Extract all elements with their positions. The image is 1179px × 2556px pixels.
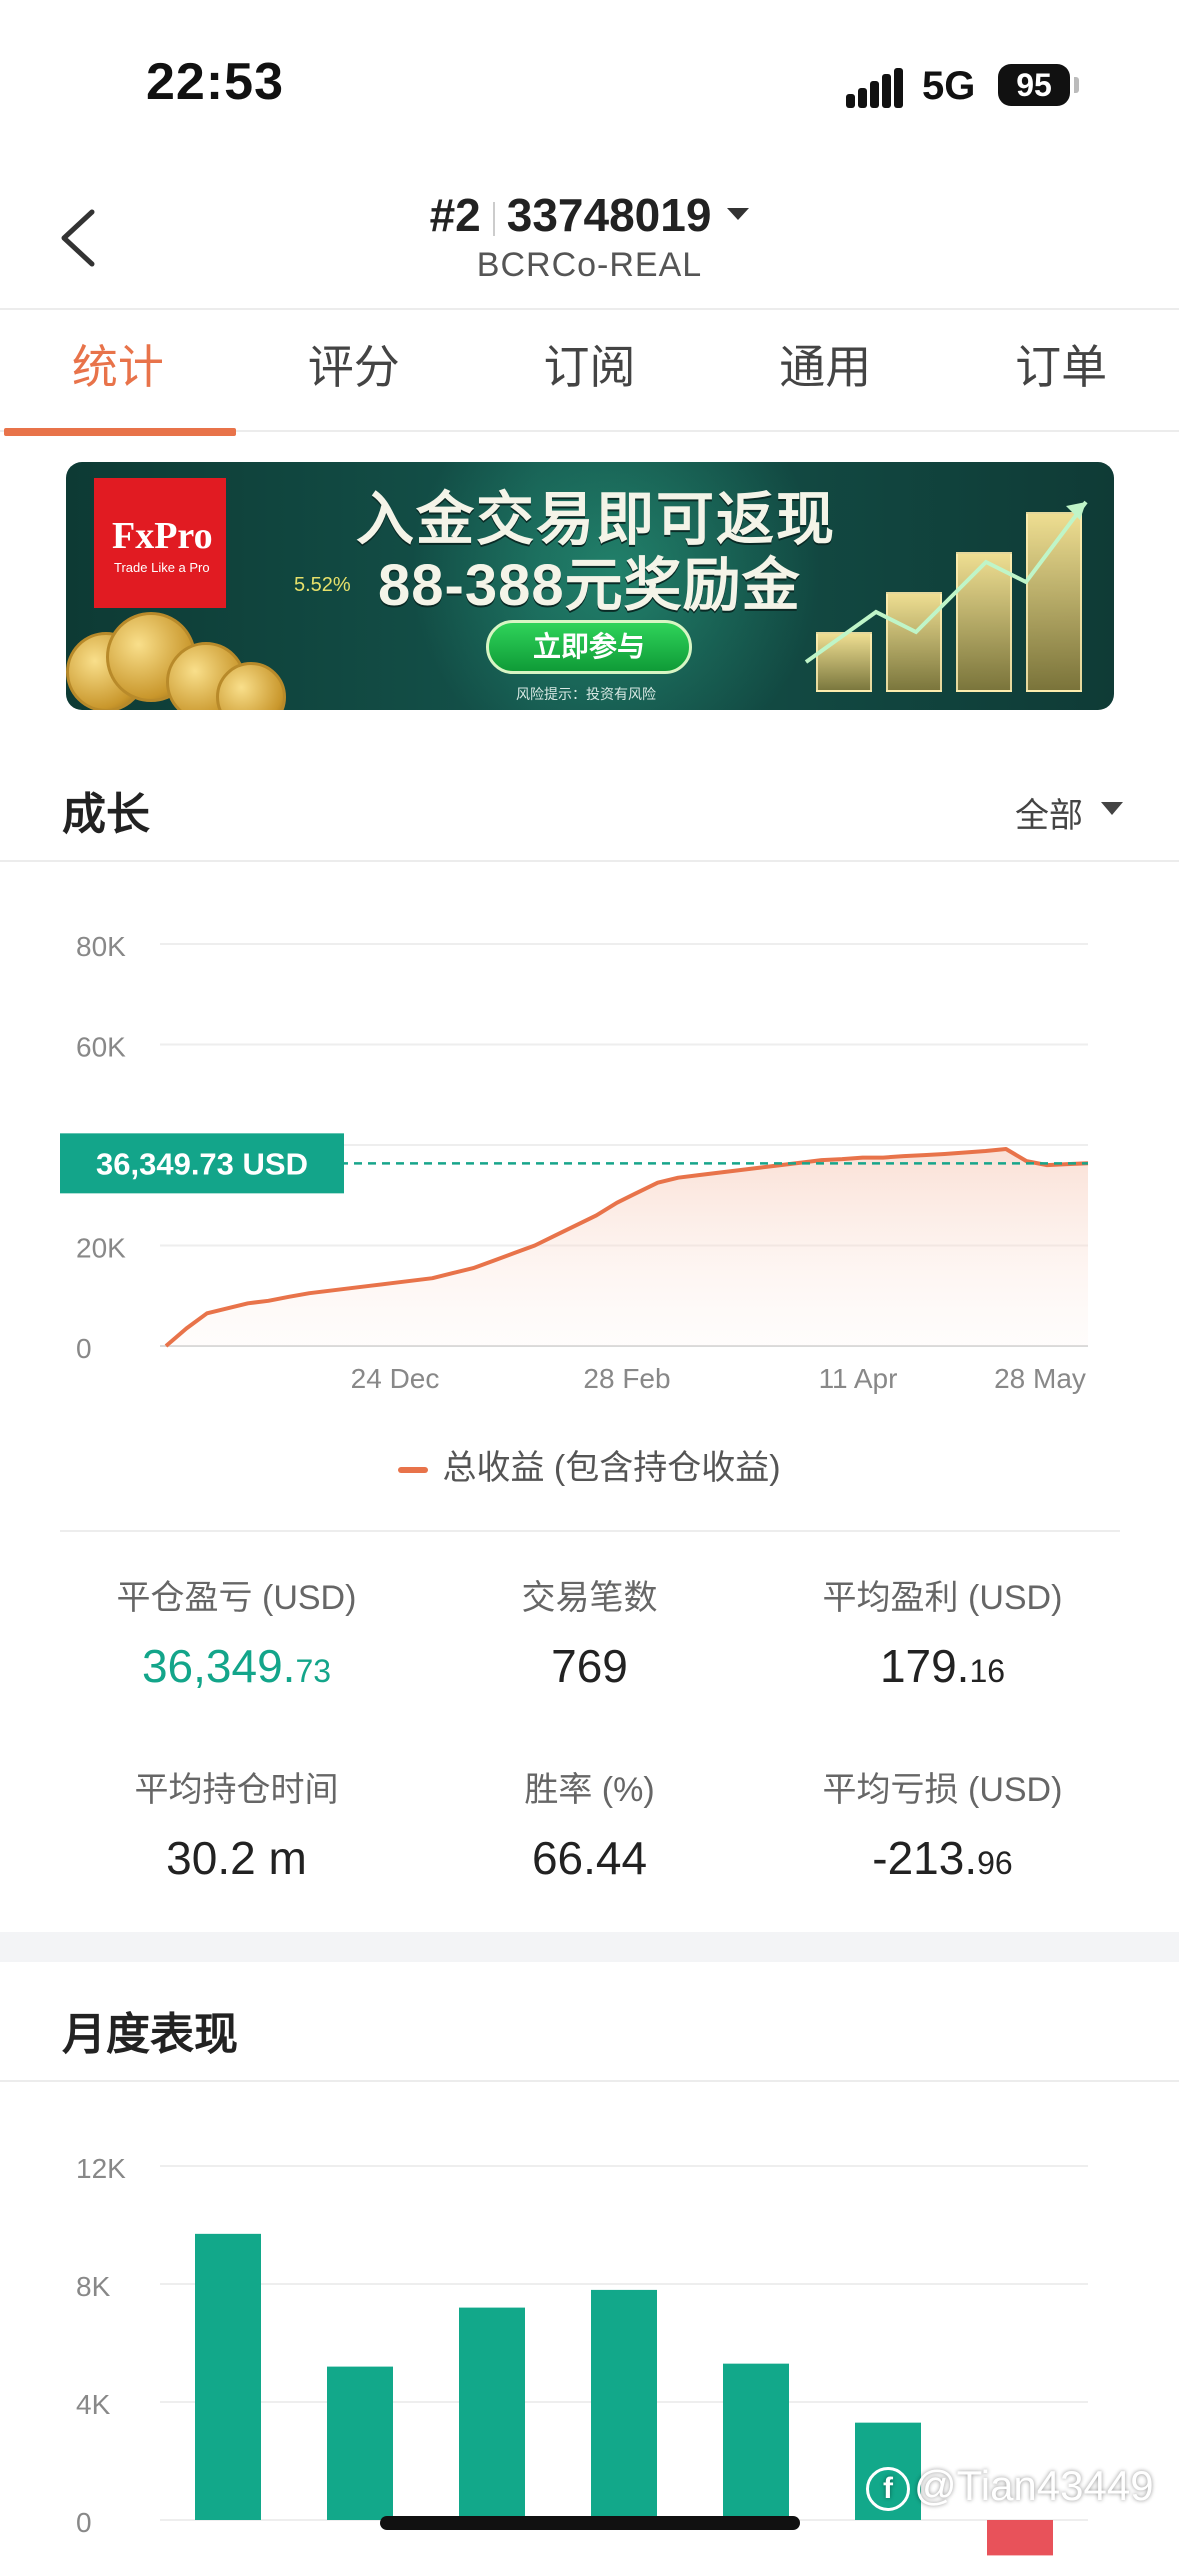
x-tick-label: 28 Feb: [583, 1363, 670, 1394]
y-tick-label: 12K: [76, 2153, 126, 2184]
stat-avg-hold-time: 平均持仓时间 30.2 m: [40, 1762, 433, 1885]
stat-trade-count: 交易笔数 769: [393, 1570, 786, 1693]
stat-value: 179.16: [879, 1640, 1006, 1692]
divider: [60, 1530, 1120, 1532]
tab-general[interactable]: 通用: [707, 312, 943, 430]
home-indicator[interactable]: [380, 2516, 800, 2530]
stat-label: 交易笔数: [521, 1579, 658, 1617]
banner-small-stat: 5.52%: [294, 574, 351, 596]
legend-label: 总收益 (包含持仓收益): [442, 1449, 781, 1487]
tab-orders[interactable]: 订单: [943, 312, 1179, 430]
stat-value: 769: [551, 1640, 628, 1692]
x-tick-label: 24 Dec: [351, 1363, 440, 1394]
monthly-bar: [195, 2233, 261, 2520]
monthly-bar: [327, 2366, 393, 2520]
risk-note: 风险提示：投资有风险: [516, 686, 656, 702]
monthly-bar: [723, 2363, 789, 2520]
battery-icon: 95: [998, 64, 1070, 106]
stat-value: 30.2 m: [166, 1832, 307, 1884]
y-tick-label: 4K: [76, 2389, 111, 2420]
monthly-bar: [591, 2289, 657, 2520]
stat-value: -213.96: [872, 1832, 1013, 1884]
section-gap: [0, 1932, 1179, 1962]
stat-label: 平均盈利 (USD): [822, 1579, 1063, 1617]
chevron-down-icon: [727, 207, 750, 220]
x-tick-label: 28 May: [994, 1363, 1086, 1394]
y-tick-label: 0: [76, 1333, 92, 1364]
brand-name: FxPro: [112, 515, 213, 557]
fxpro-logo: FxPro Trade Like a Pro: [94, 478, 226, 608]
promo-banner[interactable]: FxPro Trade Like a Pro 5.52% 入金交易即可返现 88…: [66, 462, 1114, 710]
stat-value: 36,349.73: [141, 1640, 332, 1692]
stat-win-rate: 胜率 (%) 66.44: [393, 1762, 786, 1885]
tab-rating[interactable]: 评分: [236, 312, 472, 430]
y-tick-label: 20K: [76, 1233, 126, 1264]
stat-closed-pnl: 平仓盈亏 (USD) 36,349.73: [40, 1570, 433, 1693]
monthly-title: 月度表现: [62, 2010, 238, 2059]
current-value-label: 36,349.73 USD: [96, 1146, 308, 1181]
tab-subscribe[interactable]: 订阅: [472, 312, 708, 430]
monthly-section-header: 月度表现: [0, 1962, 1179, 2082]
y-tick-label: 0: [76, 2507, 92, 2538]
account-index: #2: [429, 189, 481, 241]
growth-chart-svg: 80K60K40K20K024 Dec28 Feb11 Apr28 May36,…: [60, 931, 1089, 1394]
stat-label: 胜率 (%): [524, 1771, 655, 1809]
growth-legend: 总收益 (包含持仓收益): [0, 1440, 1179, 1489]
legend-line-icon: [398, 1467, 429, 1474]
battery-tip: [1074, 77, 1079, 93]
growth-section-header: 成长 全部: [0, 742, 1179, 862]
y-tick-label: 60K: [76, 1032, 126, 1063]
brand-tagline: Trade Like a Pro: [114, 560, 210, 575]
stat-avg-profit: 平均盈利 (USD) 179.16: [746, 1570, 1139, 1693]
stat-avg-loss: 平均亏损 (USD) -213.96: [746, 1762, 1139, 1885]
tab-statistics[interactable]: 统计: [0, 312, 236, 436]
status-time: 22:53: [146, 53, 284, 111]
cellular-signal-icon: [846, 68, 904, 108]
status-bar: 22:53 5G 95: [0, 0, 1179, 160]
y-tick-label: 80K: [76, 931, 126, 962]
monthly-bar: [459, 2307, 525, 2520]
account-selector[interactable]: #2 33748019: [0, 188, 1179, 242]
tab-bar: 统计 评分 订阅 通用 订单: [0, 312, 1179, 436]
watermark: f @Tian43449: [866, 2462, 1154, 2511]
growth-title: 成长: [62, 790, 150, 839]
stat-value: 66.44: [531, 1832, 648, 1884]
join-now-button[interactable]: 立即参与: [486, 620, 692, 674]
monthly-bar: [987, 2520, 1053, 2556]
banner-headline-2: 88-388元奖励金: [378, 553, 801, 618]
stat-label: 平均亏损 (USD): [822, 1771, 1063, 1809]
range-filter[interactable]: 全部: [1015, 788, 1083, 837]
stat-label: 平均持仓时间: [134, 1771, 339, 1809]
growth-chart: 80K60K40K20K024 Dec28 Feb11 Apr28 May36,…: [0, 880, 1179, 1440]
weibo-logo-icon: f: [866, 2466, 910, 2511]
account-header: #2 33748019 BCRCo-REAL: [0, 160, 1179, 310]
y-tick-label: 8K: [76, 2271, 111, 2302]
account-number: 33748019: [506, 189, 712, 241]
caret-down-icon[interactable]: [1101, 802, 1123, 815]
title-separator: [492, 201, 495, 236]
network-type: 5G: [922, 64, 976, 108]
stat-label: 平仓盈亏 (USD): [116, 1579, 357, 1617]
growth-bars-graphic: [796, 492, 1106, 710]
server-name: BCRCo-REAL: [476, 246, 703, 284]
gold-coins-icon: [66, 602, 286, 710]
x-tick-label: 11 Apr: [819, 1363, 898, 1394]
